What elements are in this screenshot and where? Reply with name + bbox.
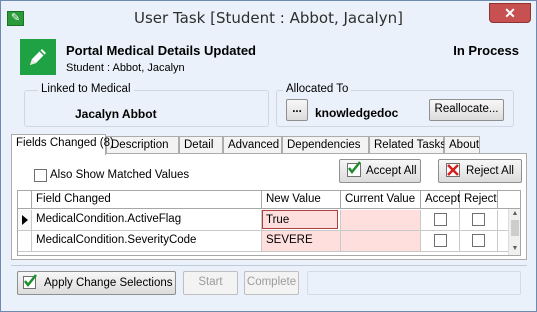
reject-checkbox[interactable] [472, 234, 485, 247]
reject-all-label: Reject All [466, 165, 514, 177]
grid-vertical-scrollbar[interactable]: ▲ ▼ [508, 209, 520, 255]
accept-cell [421, 210, 460, 230]
scroll-up-icon[interactable]: ▲ [509, 209, 520, 219]
reject-all-button[interactable]: Reject All [438, 159, 522, 183]
column-new-value[interactable]: New Value [262, 191, 341, 209]
linked-to-medical-group: Linked to Medical Jacalyn Abbot [24, 83, 269, 127]
table-row[interactable]: MedicalCondition.ActiveFlag True [18, 210, 508, 231]
accept-all-label: Accept All [366, 165, 417, 177]
tab-dependencies[interactable]: Dependencies [282, 136, 369, 154]
footer-spacer-panel [307, 271, 521, 295]
current-value-cell [341, 210, 421, 230]
apply-change-selections-label: Apply Change Selections [44, 277, 173, 289]
task-status: In Process [453, 43, 519, 58]
linked-medical-name: Jacalyn Abbot [75, 107, 157, 121]
tab-description[interactable]: Description [106, 136, 179, 154]
accept-cell [421, 231, 460, 251]
close-button[interactable]: ✕ [489, 3, 531, 23]
tab-fields-changed[interactable]: Fields Changed (8) [11, 134, 114, 155]
complete-button[interactable]: Complete [244, 271, 299, 295]
task-title: Portal Medical Details Updated [66, 43, 256, 58]
pencil-icon [20, 39, 56, 75]
tab-related-tasks[interactable]: Related Tasks [369, 136, 446, 154]
window-title: User Task [Student : Abbot, Jacalyn] [134, 9, 403, 27]
also-show-matched-label: Also Show Matched Values [50, 169, 190, 181]
reject-cell [460, 231, 498, 251]
reallocate-button[interactable]: Reallocate... [429, 99, 504, 121]
accept-all-button[interactable]: Accept All [339, 159, 421, 183]
start-button[interactable]: Start [183, 271, 238, 295]
allocated-group-label: Allocated To [283, 83, 352, 95]
user-task-window: ✎ User Task [Student : Abbot, Jacalyn] ✕… [0, 0, 537, 312]
field-changed-cell[interactable]: MedicalCondition.ActiveFlag [32, 210, 262, 230]
scroll-thumb[interactable] [511, 220, 519, 236]
tab-advanced[interactable]: Advanced [223, 136, 282, 154]
title-bar[interactable]: ✎ User Task [Student : Abbot, Jacalyn] ✕ [1, 1, 536, 35]
column-reject[interactable]: Reject [460, 191, 498, 209]
footer-bar: Apply Change Selections Start Complete [11, 265, 527, 299]
new-value-editor[interactable]: True [262, 210, 338, 229]
tab-about[interactable]: About [444, 136, 480, 154]
column-current-value[interactable]: Current Value [341, 191, 421, 209]
allocated-user: knowledgedoc [315, 106, 399, 120]
linked-group-label: Linked to Medical [38, 83, 134, 95]
grid-header: Field Changed New Value Current Value Ac… [18, 191, 520, 209]
new-value-cell[interactable]: True [262, 210, 341, 230]
reject-x-icon [446, 163, 460, 177]
browse-user-button[interactable]: ... [286, 99, 308, 121]
tab-detail[interactable]: Detail [179, 136, 223, 154]
reject-cell [460, 210, 498, 230]
column-accept[interactable]: Accept [421, 191, 460, 209]
apply-change-selections-button[interactable]: Apply Change Selections [17, 271, 176, 295]
table-row[interactable]: MedicalCondition.SeverityCode SEVERE [18, 231, 508, 252]
scroll-down-icon[interactable]: ▼ [509, 244, 520, 254]
new-value-cell[interactable]: SEVERE [262, 231, 341, 251]
task-subtitle: Student : Abbot, Jacalyn [66, 62, 185, 74]
current-value-cell [341, 231, 421, 251]
allocated-to-group: Allocated To ... knowledgedoc Reallocate… [276, 83, 514, 127]
apply-check-icon [23, 274, 37, 289]
accept-checkbox[interactable] [434, 234, 447, 247]
fields-changed-grid: Field Changed New Value Current Value Ac… [17, 190, 521, 256]
current-row-indicator-icon [18, 210, 32, 230]
field-changed-cell[interactable]: MedicalCondition.SeverityCode [32, 231, 262, 251]
reject-checkbox[interactable] [472, 213, 485, 226]
column-field-changed[interactable]: Field Changed [32, 191, 262, 209]
also-show-matched-checkbox[interactable] [34, 169, 47, 182]
row-indicator [18, 231, 32, 251]
header-corner [18, 191, 32, 209]
accept-checkbox[interactable] [434, 213, 447, 226]
accept-check-icon [347, 161, 361, 177]
fields-changed-panel: Also Show Matched Values Accept All Reje… [11, 153, 527, 260]
